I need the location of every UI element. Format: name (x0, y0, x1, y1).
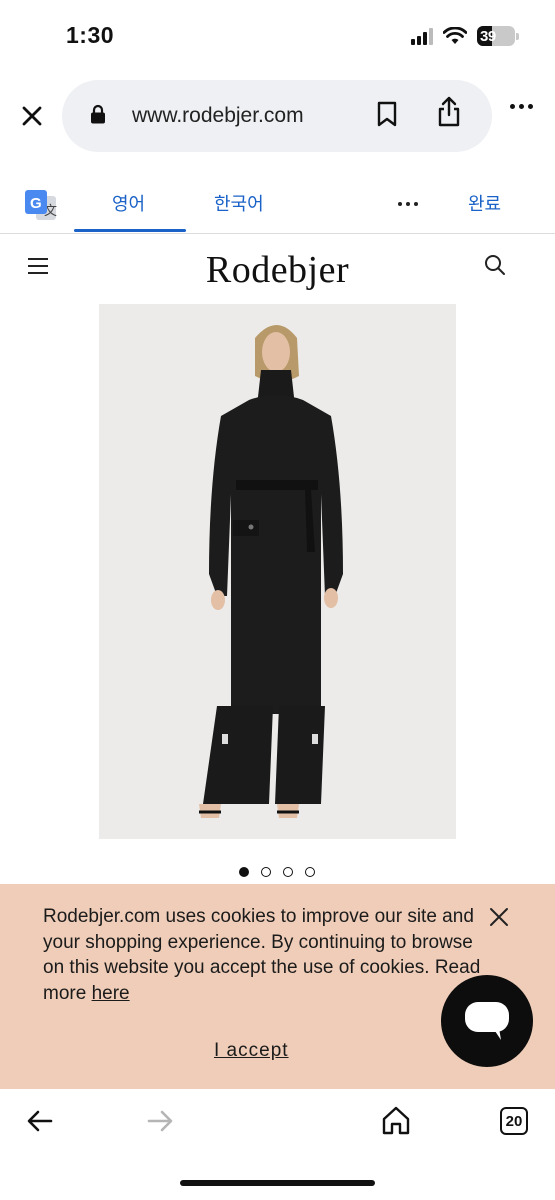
carousel-dot-4[interactable] (305, 867, 315, 877)
status-time: 1:30 (66, 22, 115, 48)
tab-target-language[interactable]: 한국어 (214, 190, 264, 216)
chat-button[interactable] (441, 975, 533, 1067)
cellular-signal-icon (411, 27, 433, 45)
carousel-dot-3[interactable] (283, 867, 293, 877)
carousel-dot-1[interactable] (239, 867, 249, 877)
svg-text:G: G (30, 195, 42, 212)
battery-icon: 39 (477, 26, 519, 46)
lock-icon (91, 104, 105, 124)
close-icon (22, 106, 42, 126)
product-image[interactable] (99, 304, 456, 839)
tabs-icon[interactable]: 20 (500, 1107, 528, 1135)
close-icon[interactable] (488, 906, 510, 928)
address-bar[interactable]: www.rodebjer.com (62, 80, 492, 152)
tabs-count: 20 (505, 1112, 523, 1130)
wifi-icon (443, 27, 467, 44)
close-button[interactable] (16, 100, 48, 132)
home-indicator (180, 1180, 375, 1186)
tab-source-language[interactable]: 영어 (112, 190, 145, 216)
google-translate-icon[interactable]: 文 G (24, 188, 58, 222)
more-icon (510, 104, 515, 109)
status-bar: 1:30 39 (0, 0, 555, 70)
accept-cookies-button[interactable]: I accept (214, 1040, 289, 1062)
more-menu-button[interactable] (510, 104, 533, 109)
translate-bar: 文 G 영어 한국어 완료 (0, 174, 555, 234)
chat-bubble-icon (465, 1002, 509, 1040)
forward-arrow-icon[interactable] (146, 1109, 174, 1133)
url-text[interactable]: www.rodebjer.com (132, 104, 304, 128)
cookie-message: Rodebjer.com uses cookies to improve our… (43, 904, 483, 1006)
cookie-read-more-link[interactable]: here (92, 983, 130, 1004)
back-arrow-icon[interactable] (26, 1109, 54, 1133)
bookmark-icon[interactable] (376, 101, 398, 127)
status-icons: 39 (411, 26, 519, 46)
model-photo (99, 304, 456, 839)
active-tab-indicator (74, 229, 186, 232)
translate-more-button[interactable] (398, 202, 418, 206)
site-header: Rodebjer (0, 236, 555, 302)
carousel-dots (239, 867, 315, 877)
battery-level: 39 (480, 27, 496, 45)
share-icon[interactable] (436, 96, 462, 128)
done-button[interactable]: 완료 (468, 190, 501, 216)
more-icon (398, 202, 402, 206)
home-icon[interactable] (381, 1105, 411, 1135)
search-icon[interactable] (484, 254, 506, 276)
browser-address-row: www.rodebjer.com (0, 78, 555, 156)
carousel-dot-2[interactable] (261, 867, 271, 877)
site-logo[interactable]: Rodebjer (0, 248, 555, 292)
